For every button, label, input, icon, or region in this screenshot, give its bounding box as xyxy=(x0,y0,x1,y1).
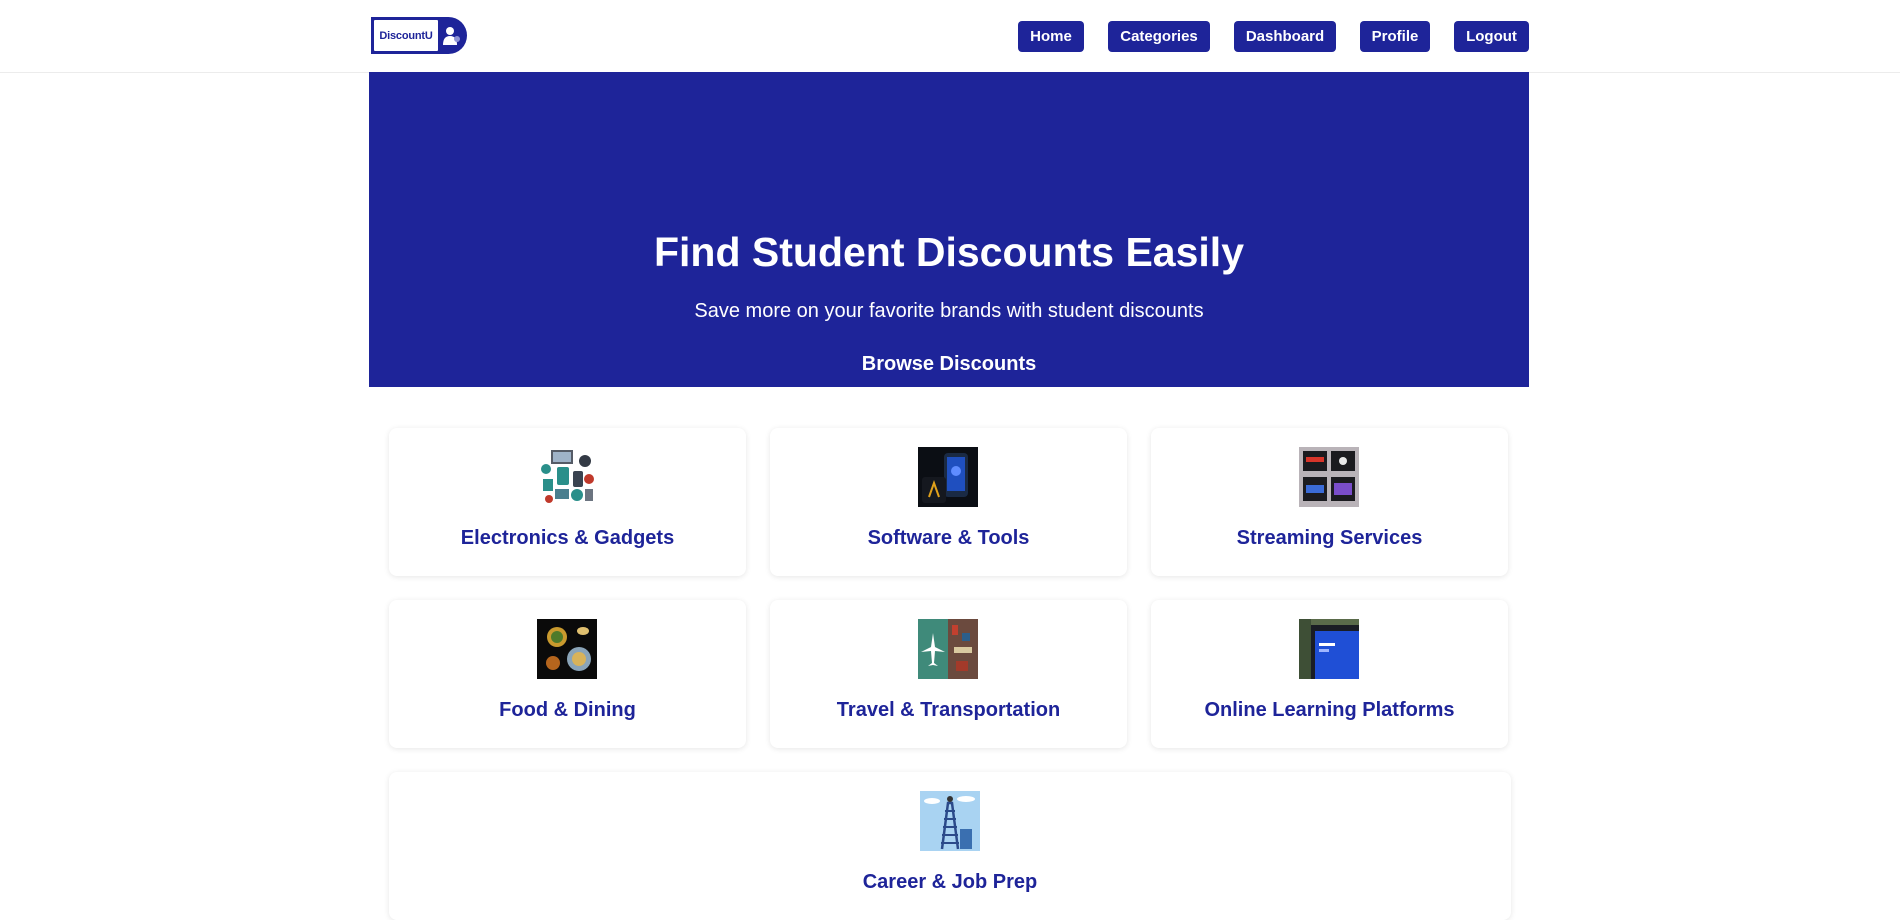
hero-title: Find Student Discounts Easily xyxy=(653,229,1244,275)
travel-image xyxy=(918,619,978,679)
category-card-software[interactable]: Software & Tools xyxy=(770,428,1127,576)
browse-discounts-button[interactable]: Browse Discounts xyxy=(369,351,1529,377)
category-card-electronics[interactable]: Electronics & Gadgets xyxy=(389,428,746,576)
nav-profile-button[interactable]: Profile xyxy=(1360,21,1430,52)
streaming-image xyxy=(1299,447,1359,507)
category-title: Electronics & Gadgets xyxy=(460,527,675,549)
category-card-travel[interactable]: Travel & Transportation xyxy=(770,600,1127,748)
category-card-food[interactable]: Food & Dining xyxy=(389,600,746,748)
navbar: DiscountU Home Categories Dashboard Prof… xyxy=(0,0,1900,73)
software-image xyxy=(918,447,978,507)
category-card-streaming[interactable]: Streaming Services xyxy=(1151,428,1508,576)
category-title: Online Learning Platforms xyxy=(1204,699,1455,721)
nav-home-button[interactable]: Home xyxy=(1018,21,1084,52)
category-title: Food & Dining xyxy=(499,699,636,721)
category-title: Software & Tools xyxy=(867,527,1030,549)
category-title: Travel & Transportation xyxy=(836,699,1061,721)
hero-banner: Find Student Discounts Easily Save more … xyxy=(369,72,1529,387)
student-icon xyxy=(443,27,460,45)
category-title: Career & Job Prep xyxy=(862,871,1038,893)
nav-logout-button[interactable]: Logout xyxy=(1454,21,1529,52)
hero-subtitle: Save more on your favorite brands with s… xyxy=(694,300,1204,322)
brand-logo[interactable]: DiscountU xyxy=(371,17,467,54)
category-card-career[interactable]: Career & Job Prep xyxy=(389,772,1511,920)
nav-categories-button[interactable]: Categories xyxy=(1108,21,1210,52)
category-title: Streaming Services xyxy=(1236,527,1423,549)
career-image xyxy=(920,791,980,851)
electronics-image xyxy=(537,447,597,507)
food-image xyxy=(537,619,597,679)
logo-text: DiscountU xyxy=(373,19,439,52)
learning-image xyxy=(1299,619,1359,679)
category-card-learning[interactable]: Online Learning Platforms xyxy=(1151,600,1508,748)
nav-dashboard-button[interactable]: Dashboard xyxy=(1234,21,1336,52)
